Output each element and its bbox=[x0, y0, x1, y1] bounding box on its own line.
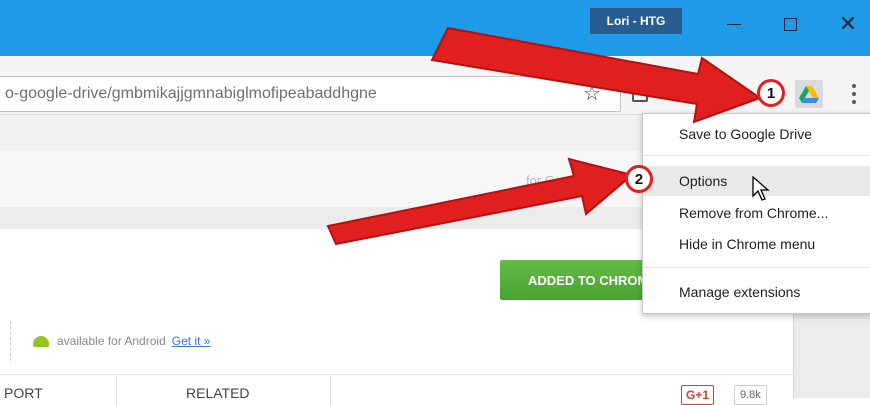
google-drive-extension-button[interactable] bbox=[795, 80, 823, 108]
android-icon bbox=[33, 335, 49, 347]
android-availability: available for Android Get it » bbox=[10, 321, 210, 361]
google-drive-icon bbox=[799, 86, 819, 103]
google-plus-count: 9.8k bbox=[734, 385, 767, 405]
star-icon[interactable]: ☆ bbox=[583, 81, 601, 106]
search-hint: for Google bbox=[526, 173, 587, 188]
address-bar[interactable]: o-google-drive/gmbmikajjgmnabiglmofipeab… bbox=[0, 76, 621, 112]
menu-item-remove-from-chrome[interactable]: Remove from Chrome... bbox=[643, 198, 870, 228]
browser-toolbar: o-google-drive/gmbmikajjgmnabiglmofipeab… bbox=[0, 56, 870, 115]
extension-icon[interactable] bbox=[672, 86, 688, 102]
more-vert-icon[interactable] bbox=[852, 84, 856, 104]
mouse-cursor-icon bbox=[752, 176, 770, 201]
tab-divider bbox=[330, 375, 331, 405]
maximize-icon[interactable] bbox=[780, 14, 800, 34]
step-badge-1: 1 bbox=[757, 79, 785, 107]
extension-context-menu: Save to Google Drive Options Remove from… bbox=[642, 113, 870, 314]
close-icon[interactable]: ✕ bbox=[838, 13, 858, 35]
step-badge-2: 2 bbox=[625, 165, 653, 193]
detail-tabs: PORT RELATED G+1 9.8k bbox=[0, 374, 793, 405]
url-text: o-google-drive/gmbmikajjgmnabiglmofipeab… bbox=[5, 85, 377, 102]
get-it-link[interactable]: Get it » bbox=[172, 334, 211, 348]
menu-item-save-to-drive[interactable]: Save to Google Drive bbox=[643, 119, 870, 149]
menu-item-hide-in-menu[interactable]: Hide in Chrome menu bbox=[643, 229, 870, 259]
profile-button[interactable]: Lori - HTG bbox=[590, 8, 682, 34]
menu-separator bbox=[643, 155, 870, 156]
minimize-icon[interactable] bbox=[724, 14, 744, 34]
android-text: available for Android bbox=[57, 334, 166, 348]
window-titlebar: Lori - HTG ✕ bbox=[0, 0, 870, 56]
menu-item-manage-extensions[interactable]: Manage extensions bbox=[643, 277, 870, 307]
tab-divider bbox=[116, 375, 117, 405]
tab-support[interactable]: PORT bbox=[4, 385, 43, 401]
added-to-chrome-button[interactable]: ADDED TO CHROME bbox=[500, 260, 650, 300]
google-plus-button[interactable]: G+1 bbox=[681, 385, 715, 405]
menu-separator bbox=[643, 267, 870, 268]
extension-icon[interactable] bbox=[722, 86, 738, 102]
tab-related[interactable]: RELATED bbox=[186, 385, 250, 401]
cast-icon[interactable] bbox=[632, 86, 648, 102]
